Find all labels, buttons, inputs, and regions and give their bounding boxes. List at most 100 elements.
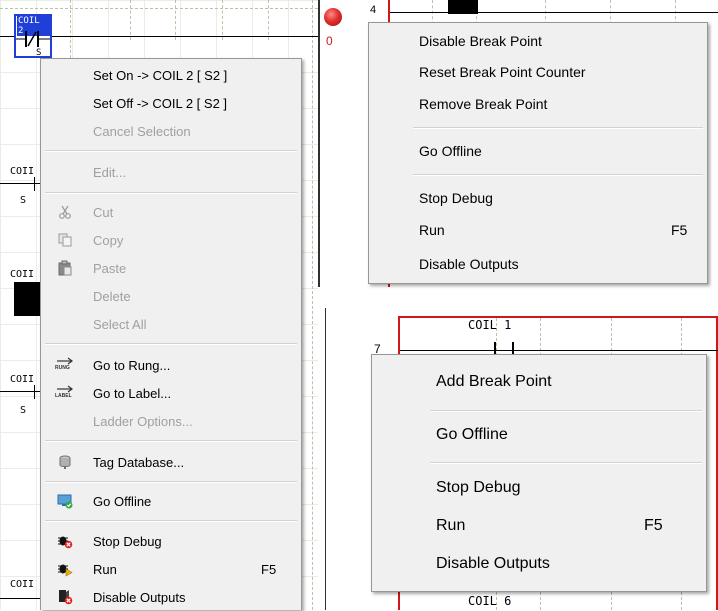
breakpoint-counter: 0 xyxy=(326,34,333,48)
menu-item-label: Go Offline xyxy=(419,143,482,159)
menu-item-edit[interactable]: Edit... xyxy=(41,158,301,186)
menu-item-stop-debug[interactable]: Stop Debug xyxy=(369,183,707,213)
breakpoint-dot[interactable] xyxy=(324,8,342,26)
menu-item-disable-outputs[interactable]: Disable Outputs xyxy=(41,583,301,611)
rung-line xyxy=(400,350,718,351)
menu-item-set-on[interactable]: Set On -> COIL 2 [ S2 ] xyxy=(41,61,301,89)
menu-item-disable-outputs[interactable]: Disable Outputs xyxy=(369,249,707,279)
copy-icon xyxy=(58,233,72,247)
menu-item-delete[interactable]: Delete xyxy=(41,282,301,310)
menu-separator xyxy=(45,343,297,345)
menu-item-label: Go Offline xyxy=(93,493,152,509)
menu-item-label: Disable Outputs xyxy=(436,555,550,572)
contact-symbol xyxy=(448,0,478,14)
menu-item-label: Stop Debug xyxy=(419,190,493,206)
menu-item-copy[interactable]: Copy xyxy=(41,226,301,254)
menu-item-label: Go to Rung... xyxy=(93,357,171,373)
coil-label: COIL 6 xyxy=(468,594,512,608)
context-menu-left: Set On -> COIL 2 [ S2 ] Set Off -> COIL … xyxy=(40,58,302,610)
menu-item-shortcut: F5 xyxy=(671,222,688,238)
menu-separator xyxy=(45,150,297,152)
menu-item-reset-break-point-counter[interactable]: Reset Break Point Counter xyxy=(369,57,707,87)
menu-separator xyxy=(45,481,297,483)
menu-item-label: Run xyxy=(436,517,466,534)
coil-label: COII xyxy=(10,269,35,280)
menu-item-run[interactable]: Run F5 xyxy=(369,215,707,245)
contact-bar xyxy=(34,385,35,399)
menu-item-label: Disable Break Point xyxy=(419,33,542,49)
menu-item-label: Copy xyxy=(93,232,124,248)
disable-outputs-icon xyxy=(59,590,73,605)
menu-item-label: Disable Outputs xyxy=(93,589,186,605)
menu-separator xyxy=(45,440,297,442)
context-menu-bottom-right: Add Break Point Go Offline Stop Debug Ru… xyxy=(371,354,707,592)
menu-item-go-to-label[interactable]: LABEL Go to Label... xyxy=(41,379,301,407)
grid-line xyxy=(130,0,131,40)
menu-item-ladder-options[interactable]: Ladder Options... xyxy=(41,407,301,435)
menu-item-go-to-rung[interactable]: RUNG Go to Rung... xyxy=(41,351,301,379)
coil-label: COII xyxy=(10,374,35,385)
menu-item-label: Cancel Selection xyxy=(93,123,191,139)
goto-rung-icon: RUNG xyxy=(55,357,75,373)
selected-contact[interactable]: COIL 2 S xyxy=(14,14,52,58)
menu-item-set-off[interactable]: Set Off -> COIL 2 [ S2 ] xyxy=(41,89,301,117)
grid-line xyxy=(268,0,269,40)
grid-line xyxy=(0,8,318,9)
menu-item-select-all[interactable]: Select All xyxy=(41,310,301,338)
menu-item-add-break-point[interactable]: Add Break Point xyxy=(372,363,706,401)
menu-item-label: Cut xyxy=(93,204,114,220)
menu-item-label: Go to Label... xyxy=(93,385,172,401)
menu-item-label: Remove Break Point xyxy=(419,96,548,112)
grid-line xyxy=(312,0,313,610)
coil-label: COII xyxy=(10,166,35,177)
menu-item-paste[interactable]: Paste xyxy=(41,254,301,282)
menu-item-label: Run xyxy=(419,222,445,238)
rung-line xyxy=(0,598,40,599)
menu-item-label: Select All xyxy=(93,316,147,332)
rung-number: 4 xyxy=(370,4,377,16)
database-icon xyxy=(59,455,71,469)
go-offline-icon xyxy=(57,494,73,509)
contact-suffix: S xyxy=(36,48,42,58)
run-icon xyxy=(58,564,73,577)
context-menu-top-right: Disable Break Point Reset Break Point Co… xyxy=(368,22,708,284)
rung-line xyxy=(390,12,718,13)
contact-bar xyxy=(34,177,35,191)
menu-item-disable-outputs[interactable]: Disable Outputs xyxy=(372,545,706,583)
menu-item-run[interactable]: Run F5 xyxy=(41,555,301,583)
negated-contact-symbol xyxy=(16,31,50,47)
menu-item-run[interactable]: Run F5 xyxy=(372,507,706,545)
contact-suffix: S xyxy=(20,195,27,206)
coil-label: COII xyxy=(10,579,35,590)
menu-separator xyxy=(413,127,703,129)
menu-item-label: Reset Break Point Counter xyxy=(419,64,586,80)
menu-item-shortcut: F5 xyxy=(261,561,277,577)
menu-separator xyxy=(45,520,297,522)
menu-item-remove-break-point[interactable]: Remove Break Point xyxy=(369,89,707,119)
menu-separator xyxy=(430,462,702,464)
menu-item-label: Edit... xyxy=(93,164,127,180)
menu-item-shortcut: F5 xyxy=(644,517,663,534)
menu-item-label: Run xyxy=(93,561,117,577)
menu-item-stop-debug[interactable]: Stop Debug xyxy=(41,527,301,555)
menu-item-label: Tag Database... xyxy=(93,454,185,470)
stop-debug-icon xyxy=(58,536,73,549)
scissors-icon xyxy=(59,205,71,219)
menu-item-cancel-selection[interactable]: Cancel Selection xyxy=(41,117,301,145)
power-rail-top xyxy=(398,316,718,318)
goto-label-icon: LABEL xyxy=(55,385,75,401)
menu-separator xyxy=(45,192,297,194)
menu-item-cut[interactable]: Cut xyxy=(41,198,301,226)
menu-item-go-offline[interactable]: Go Offline xyxy=(41,487,301,515)
menu-item-stop-debug[interactable]: Stop Debug xyxy=(372,469,706,507)
menu-item-go-offline[interactable]: Go Offline xyxy=(372,416,706,454)
menu-item-tag-database[interactable]: Tag Database... xyxy=(41,448,301,476)
highlighted-contact xyxy=(14,282,40,316)
menu-separator xyxy=(413,174,703,176)
menu-item-label: Add Break Point xyxy=(436,373,552,390)
menu-item-go-offline[interactable]: Go Offline xyxy=(369,136,707,166)
menu-item-disable-break-point[interactable]: Disable Break Point xyxy=(369,26,707,56)
menu-item-label: Stop Debug xyxy=(436,479,521,496)
menu-item-label: Go Offline xyxy=(436,426,508,443)
grid-line xyxy=(222,0,223,40)
